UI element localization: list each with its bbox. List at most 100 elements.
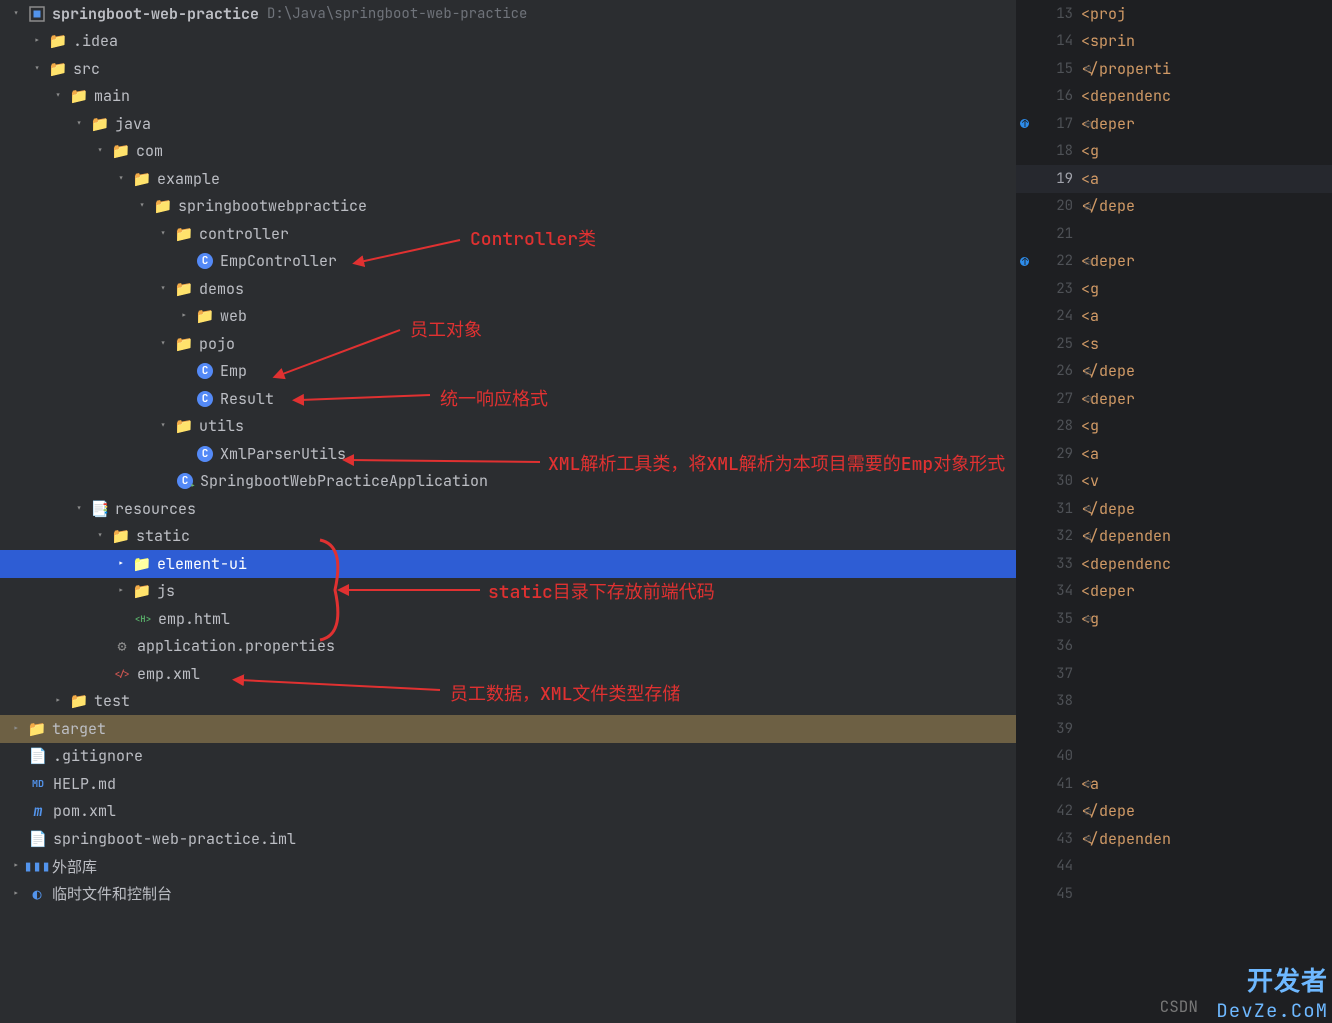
gutter-line[interactable]: 32⊟ <box>1016 523 1081 551</box>
tree-external-libs[interactable]: ▸ ▮▮▮ 外部库 <box>0 853 1016 881</box>
gutter-line[interactable]: 14 <box>1016 28 1081 56</box>
fold-icon[interactable]: ⊟ <box>1085 200 1091 213</box>
code-line[interactable] <box>1081 880 1332 908</box>
code-line[interactable]: <a <box>1081 770 1332 798</box>
tree-emp-html[interactable]: <H> emp.html <box>0 605 1016 633</box>
fold-icon[interactable]: ⊟ <box>1085 530 1091 543</box>
chevron-right-icon[interactable]: ▸ <box>113 557 129 571</box>
gutter-line[interactable]: 19 <box>1016 165 1081 193</box>
code-line[interactable]: </depe <box>1081 798 1332 826</box>
gutter-line[interactable]: 25 <box>1016 330 1081 358</box>
code-line[interactable]: </depe <box>1081 495 1332 523</box>
code-line[interactable]: <dependenc <box>1081 83 1332 111</box>
code-line[interactable]: <a <box>1081 303 1332 331</box>
tree-pom[interactable]: m pom.xml <box>0 798 1016 826</box>
chevron-down-icon[interactable]: ▾ <box>71 117 87 131</box>
project-tree-panel[interactable]: ▾ springboot-web-practice D:\Java\spring… <box>0 0 1016 1023</box>
fold-icon[interactable]: ⊟ <box>1085 117 1091 130</box>
tree-example[interactable]: ▾ 📁 example <box>0 165 1016 193</box>
code-line[interactable]: <deper <box>1081 248 1332 276</box>
tree-idea[interactable]: ▸ 📁 .idea <box>0 28 1016 56</box>
code-line[interactable]: </depe <box>1081 358 1332 386</box>
gutter-line[interactable]: 24 <box>1016 303 1081 331</box>
chevron-right-icon[interactable]: ▸ <box>29 34 45 48</box>
tree-static[interactable]: ▾ 📁 static <box>0 523 1016 551</box>
gutter-line[interactable]: 13 <box>1016 0 1081 28</box>
tree-help-md[interactable]: MD HELP.md <box>0 770 1016 798</box>
code-line[interactable]: <proj <box>1081 0 1332 28</box>
chevron-down-icon[interactable]: ▾ <box>134 199 150 213</box>
chevron-down-icon[interactable]: ▾ <box>155 227 171 241</box>
fold-icon[interactable]: ⊟ <box>1085 62 1091 75</box>
tree-demos[interactable]: ▾ 📁 demos <box>0 275 1016 303</box>
gutter-line[interactable]: 20⊟ <box>1016 193 1081 221</box>
chevron-right-icon[interactable]: ▸ <box>8 859 24 873</box>
gutter-line[interactable]: 39 <box>1016 715 1081 743</box>
gutter-line[interactable]: 42⊟ <box>1016 798 1081 826</box>
chevron-down-icon[interactable]: ▾ <box>155 419 171 433</box>
code-line[interactable] <box>1081 853 1332 881</box>
gutter-line[interactable]: 36 <box>1016 633 1081 661</box>
code-line[interactable]: <deper <box>1081 110 1332 138</box>
gutter-line[interactable]: 31⊟ <box>1016 495 1081 523</box>
code-line[interactable] <box>1081 220 1332 248</box>
code-line[interactable]: </depe <box>1081 193 1332 221</box>
chevron-down-icon[interactable]: ▾ <box>8 7 24 21</box>
tree-emp[interactable]: C Emp <box>0 358 1016 386</box>
code-line[interactable]: <s <box>1081 330 1332 358</box>
fold-icon[interactable]: ⊟ <box>1085 612 1091 625</box>
gutter-line[interactable]: 34 <box>1016 578 1081 606</box>
chevron-right-icon[interactable]: ▸ <box>8 887 24 901</box>
tree-empcontroller[interactable]: C EmpController <box>0 248 1016 276</box>
code-line[interactable]: <a <box>1081 440 1332 468</box>
tree-pojo[interactable]: ▾ 📁 pojo <box>0 330 1016 358</box>
code-line[interactable]: <dependenc <box>1081 550 1332 578</box>
gutter-line[interactable]: 35⊟ <box>1016 605 1081 633</box>
gutter-line[interactable]: 28 <box>1016 413 1081 441</box>
code-line[interactable] <box>1081 633 1332 661</box>
fold-icon[interactable]: ⊟ <box>1085 255 1091 268</box>
chevron-down-icon[interactable]: ▾ <box>155 282 171 296</box>
fold-icon[interactable]: ⊟ <box>1085 832 1091 845</box>
chevron-down-icon[interactable]: ▾ <box>155 337 171 351</box>
tree-utils[interactable]: ▾ 📁 utils <box>0 413 1016 441</box>
chevron-down-icon[interactable]: ▾ <box>92 529 108 543</box>
code-line[interactable]: </dependen <box>1081 825 1332 853</box>
gutter-line[interactable]: 44 <box>1016 853 1081 881</box>
tree-com[interactable]: ▾ 📁 com <box>0 138 1016 166</box>
gutter-line[interactable]: 43⊟ <box>1016 825 1081 853</box>
tree-target[interactable]: ▸ 📁 target <box>0 715 1016 743</box>
editor-panel[interactable]: 131415⊟1617⊟181920⊟2122⊟23242526⊟27⊟2829… <box>1016 0 1332 1023</box>
fold-icon[interactable]: ⊟ <box>1085 392 1091 405</box>
fold-icon[interactable]: ⊟ <box>1085 805 1091 818</box>
gutter-line[interactable]: 23 <box>1016 275 1081 303</box>
code-line[interactable]: </dependen <box>1081 523 1332 551</box>
tree-app-props[interactable]: ⚙ application.properties <box>0 633 1016 661</box>
tree-element-ui[interactable]: ▸ 📁 element-ui <box>0 550 1016 578</box>
code-line[interactable]: <deper <box>1081 578 1332 606</box>
chevron-down-icon[interactable]: ▾ <box>113 172 129 186</box>
chevron-down-icon[interactable]: ▾ <box>29 62 45 76</box>
tree-resources[interactable]: ▾ 📑 resources <box>0 495 1016 523</box>
tree-iml[interactable]: 📄 springboot-web-practice.iml <box>0 825 1016 853</box>
gutter-line[interactable]: 27⊟ <box>1016 385 1081 413</box>
tree-package[interactable]: ▾ 📁 springbootwebpractice <box>0 193 1016 221</box>
gutter-line[interactable]: 15⊟ <box>1016 55 1081 83</box>
code-line[interactable] <box>1081 743 1332 771</box>
code-line[interactable]: <v <box>1081 468 1332 496</box>
code-line[interactable]: <g <box>1081 605 1332 633</box>
tree-scratches[interactable]: ▸ ◐ 临时文件和控制台 <box>0 880 1016 908</box>
gutter-line[interactable]: 41⊟ <box>1016 770 1081 798</box>
gutter-line[interactable]: 18 <box>1016 138 1081 166</box>
gutter-line[interactable]: 29 <box>1016 440 1081 468</box>
gutter-line[interactable]: 33 <box>1016 550 1081 578</box>
tree-java[interactable]: ▾ 📁 java <box>0 110 1016 138</box>
gutter-line[interactable]: 26⊟ <box>1016 358 1081 386</box>
code-line[interactable]: <a <box>1081 165 1332 193</box>
tree-web[interactable]: ▸ 📁 web <box>0 303 1016 331</box>
code-line[interactable]: <deper <box>1081 385 1332 413</box>
code-line[interactable]: </properti <box>1081 55 1332 83</box>
chevron-right-icon[interactable]: ▸ <box>8 722 24 736</box>
gutter-line[interactable]: 45 <box>1016 880 1081 908</box>
tree-main[interactable]: ▾ 📁 main <box>0 83 1016 111</box>
